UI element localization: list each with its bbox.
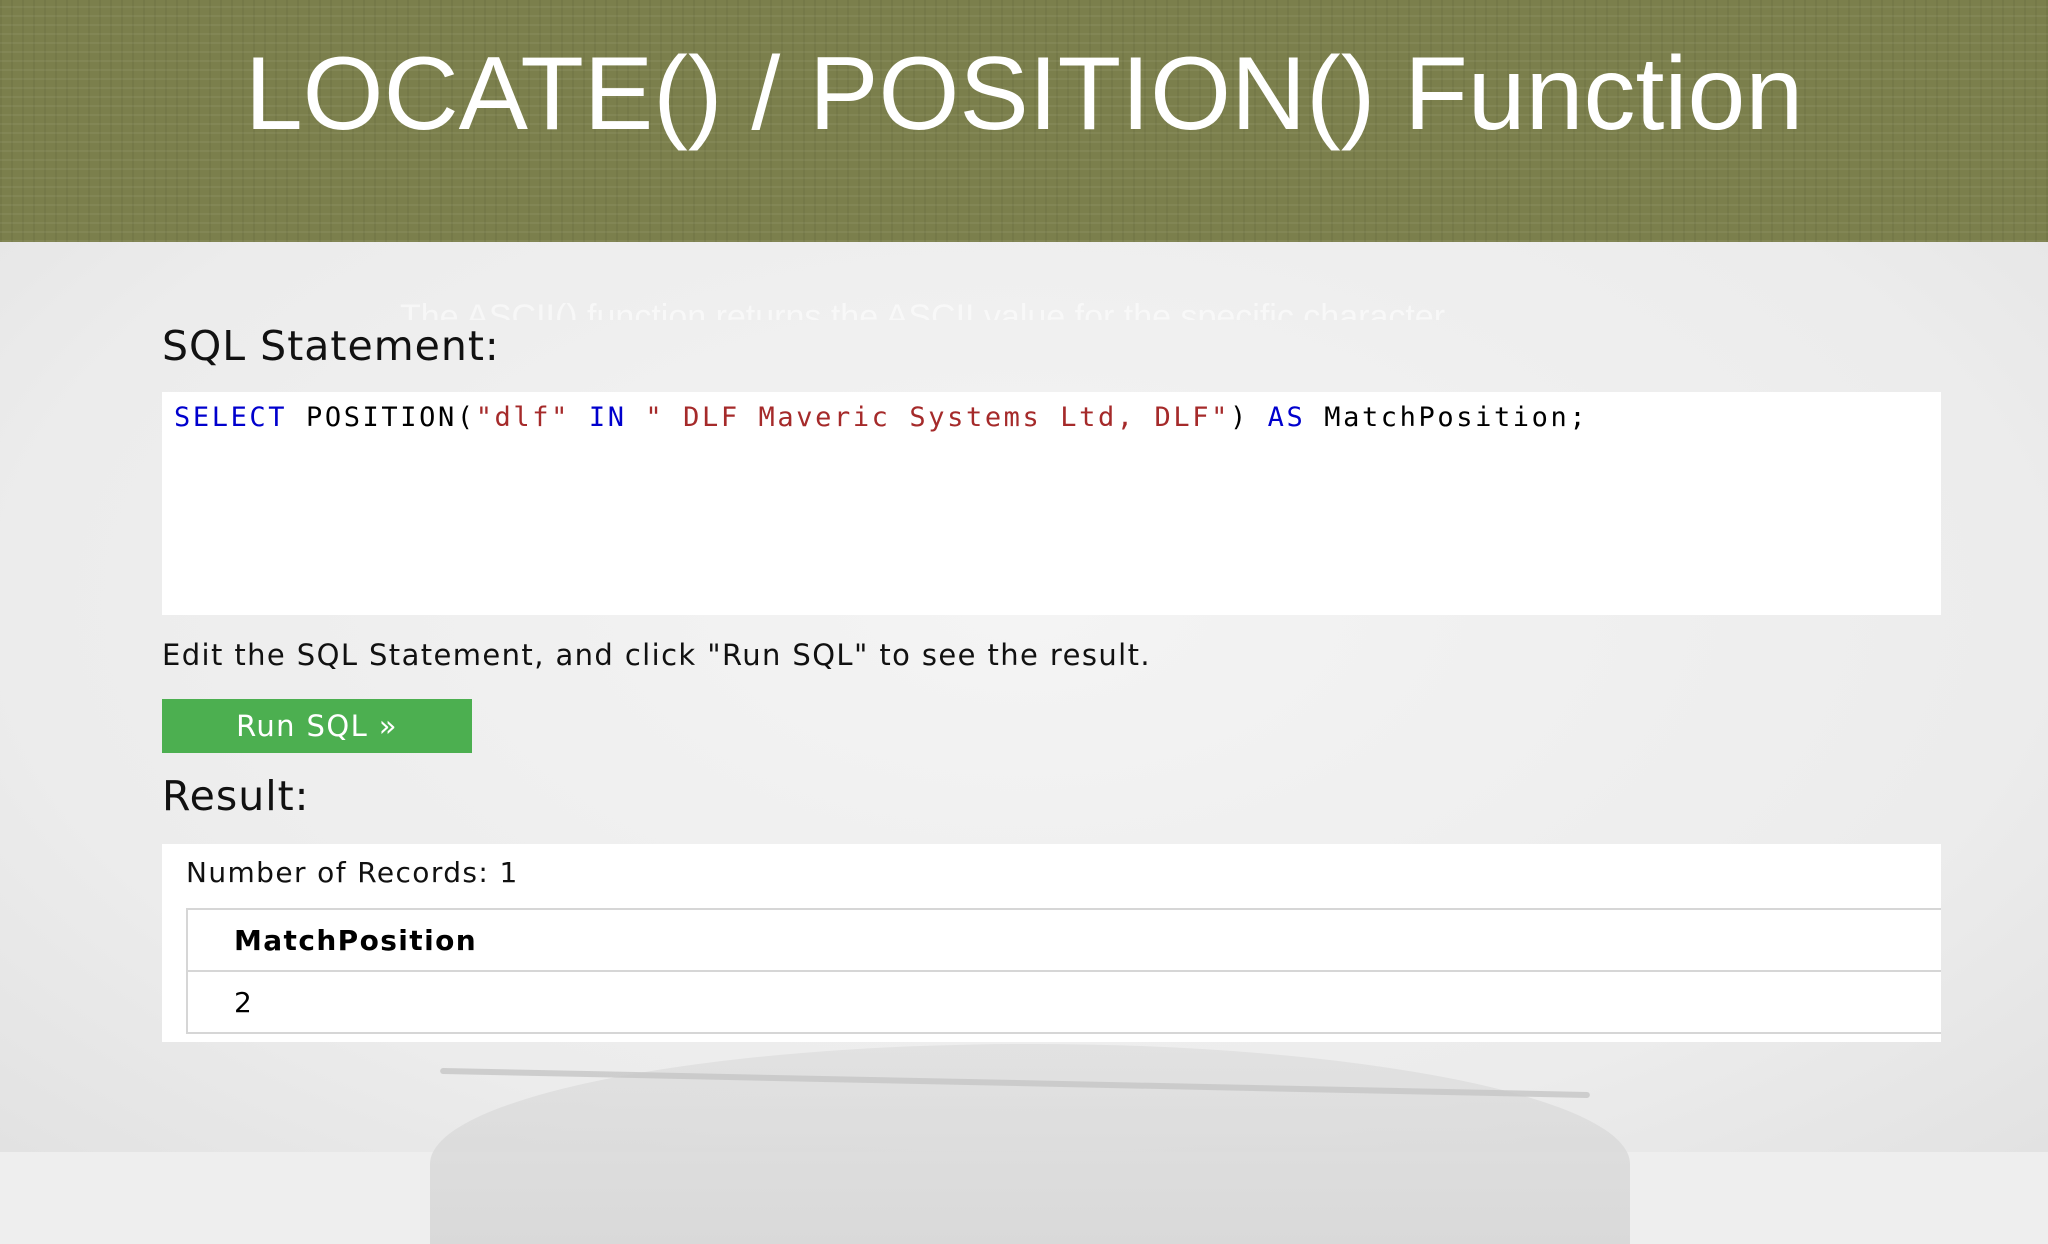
sql-code-line[interactable]: SELECT POSITION("dlf" IN " DLF Maveric S…: [174, 402, 1588, 433]
slide-title: LOCATE() / POSITION() Function: [244, 36, 1804, 152]
sql-punctuation: ): [1229, 402, 1268, 433]
sql-keyword: SELECT: [174, 402, 288, 433]
instruction-text: Edit the SQL Statement, and click "Run S…: [162, 638, 1151, 672]
run-sql-button[interactable]: Run SQL »: [162, 699, 472, 753]
table-cell: 2: [187, 971, 1941, 1034]
sql-keyword: AS: [1267, 402, 1306, 433]
sql-editor[interactable]: SELECT POSITION("dlf" IN " DLF Maveric S…: [162, 392, 1941, 615]
sql-alias: MatchPosition;: [1305, 402, 1589, 433]
result-table: MatchPosition 2: [186, 908, 1941, 1034]
sql-function: POSITION(: [287, 402, 476, 433]
table-row: 2: [187, 971, 1941, 1034]
sql-string: "dlf": [475, 402, 570, 433]
title-band: LOCATE() / POSITION() Function: [0, 0, 2048, 242]
column-header-matchposition: MatchPosition: [187, 908, 1941, 972]
result-heading: Result:: [162, 772, 310, 820]
sql-statement-heading: SQL Statement:: [162, 322, 500, 370]
records-count: Number of Records: 1: [186, 856, 519, 889]
sql-keyword: IN: [588, 402, 627, 433]
table-header-row: MatchPosition: [187, 908, 1941, 972]
result-panel: Number of Records: 1 MatchPosition 2: [162, 844, 1941, 1042]
sql-space: [627, 402, 646, 433]
faded-subtitle-text: The ASCII() function returns the ASCII v…: [400, 298, 1446, 320]
sql-space: [570, 402, 589, 433]
sql-string: " DLF Maveric Systems Ltd, DLF": [645, 402, 1230, 433]
